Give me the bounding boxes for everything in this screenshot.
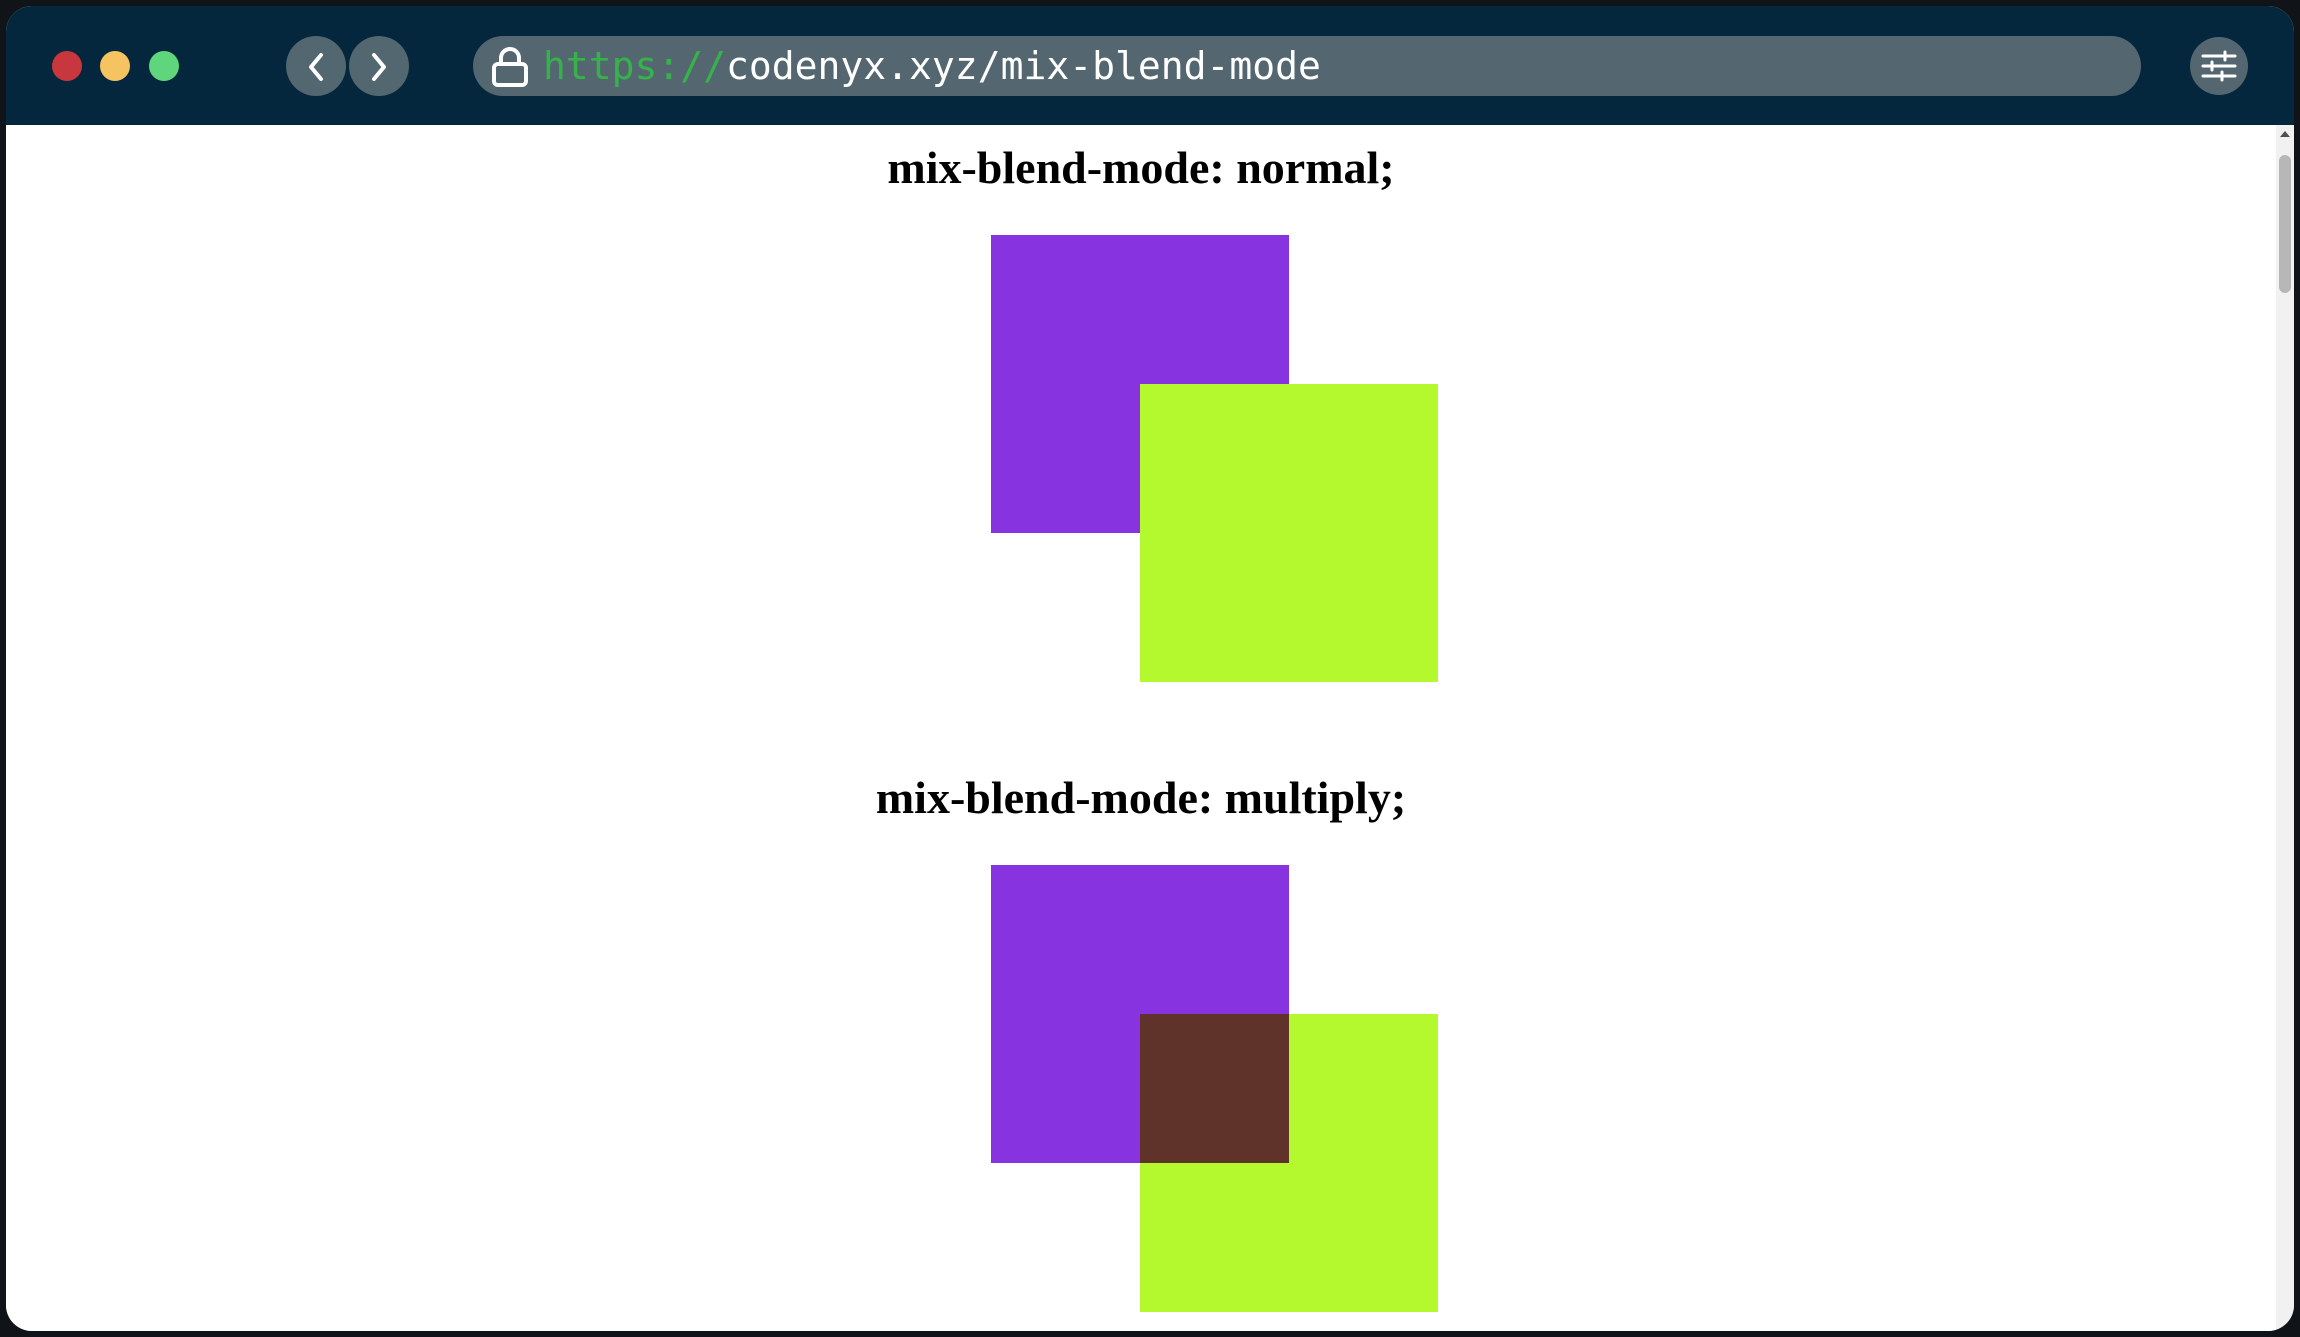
forward-button[interactable] bbox=[349, 36, 409, 96]
address-bar[interactable]: https://codenyx.xyz/mix-blend-mode bbox=[473, 36, 2141, 96]
title-bar: https://codenyx.xyz/mix-blend-mode bbox=[6, 6, 2294, 125]
sliders-icon bbox=[2201, 50, 2237, 82]
url-text: https://codenyx.xyz/mix-blend-mode bbox=[543, 36, 1321, 96]
settings-button[interactable] bbox=[2190, 37, 2248, 95]
scroll-up-arrow-icon[interactable] bbox=[2280, 131, 2290, 137]
lock-icon bbox=[492, 47, 528, 87]
demo-normal-title: mix-blend-mode: normal; bbox=[887, 142, 1395, 193]
demo-normal-stage bbox=[991, 235, 1440, 682]
chevron-left-icon bbox=[309, 53, 323, 81]
lime-square bbox=[1140, 384, 1438, 682]
close-window-button[interactable] bbox=[52, 51, 82, 81]
minimize-window-button[interactable] bbox=[100, 51, 130, 81]
url-protocol: https:// bbox=[543, 44, 727, 88]
back-button[interactable] bbox=[286, 36, 346, 96]
url-path: codenyx.xyz/mix-blend-mode bbox=[726, 44, 1321, 88]
page-content: mix-blend-mode: normal; mix-blend-mode: … bbox=[6, 125, 2276, 1331]
chevron-right-icon bbox=[372, 53, 386, 81]
vertical-scrollbar[interactable] bbox=[2276, 125, 2294, 1331]
demo-multiply-title: mix-blend-mode: multiply; bbox=[875, 772, 1407, 823]
browser-window: https://codenyx.xyz/mix-blend-mode mix-b… bbox=[6, 6, 2294, 1331]
demo-multiply-stage bbox=[991, 865, 1440, 1312]
maximize-window-button[interactable] bbox=[149, 51, 179, 81]
lime-square bbox=[1140, 1014, 1438, 1312]
scroll-thumb[interactable] bbox=[2279, 155, 2291, 293]
